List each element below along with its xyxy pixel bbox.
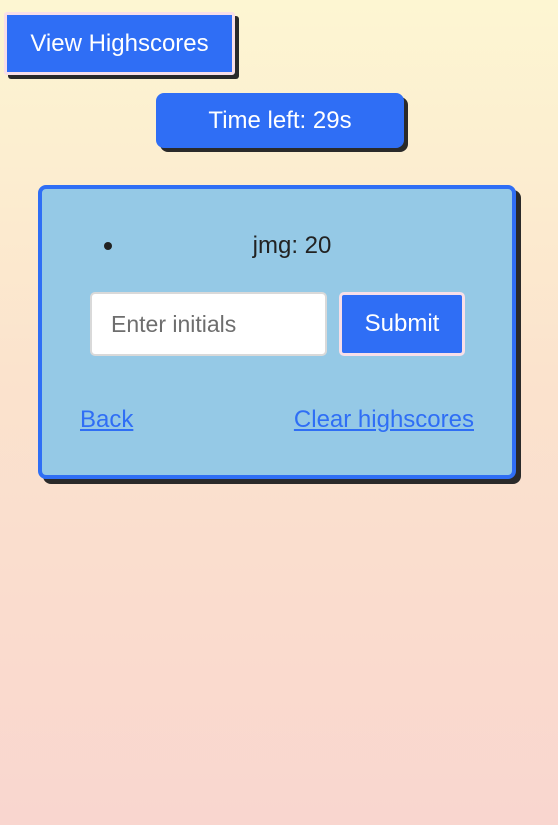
highscores-card: jmg: 20 Submit Back Clear highscores [38,185,516,479]
view-highscores-button[interactable]: View Highscores [4,12,235,75]
back-link[interactable]: Back [80,406,133,434]
clear-highscores-link[interactable]: Clear highscores [294,406,474,434]
bullet-icon [104,242,112,250]
submit-button[interactable]: Submit [339,292,465,356]
highscore-list: jmg: 20 [100,231,484,261]
list-item: jmg: 20 [100,231,484,261]
score-entry-text: jmg: 20 [252,232,332,259]
timer-display: Time left: 29s [156,93,404,148]
initials-input[interactable] [90,292,327,356]
